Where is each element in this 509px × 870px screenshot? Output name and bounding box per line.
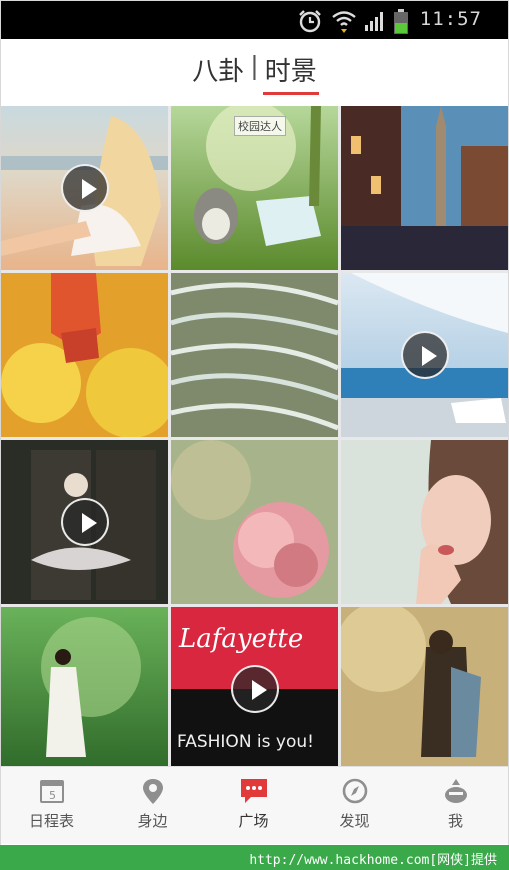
nav-item-nearby[interactable]: 身边: [102, 767, 203, 845]
video-play-icon[interactable]: [400, 331, 449, 379]
photo-tile-rice-terraces[interactable]: [171, 273, 338, 437]
photo-couple-image: [341, 607, 508, 771]
nav-label: 身边: [137, 812, 168, 830]
photo-tile-couple[interactable]: [341, 607, 508, 771]
tab-gossip[interactable]: 八卦: [190, 51, 246, 88]
alarm-icon: [297, 9, 323, 37]
video-play-icon[interactable]: [60, 498, 109, 546]
signal-icon: [363, 9, 387, 37]
nav-item-discover[interactable]: 发现: [304, 767, 405, 845]
clock-time: 11:57: [419, 8, 482, 30]
photo-tile-ballerina[interactable]: [1, 440, 168, 604]
tile-tag-label: 校园达人: [234, 116, 286, 136]
photo-grid: 校园达人 Lafayette FASHION is you!: [1, 106, 508, 771]
photo-tile-red-boots[interactable]: [1, 273, 168, 437]
tab-bar: 八卦 | 时景: [1, 51, 508, 95]
nav-item-square[interactable]: 广场: [203, 767, 304, 845]
photo-tile-pink-flower[interactable]: [171, 440, 338, 604]
nav-item-calendar[interactable]: 5 日程表: [1, 767, 102, 845]
photo-forest-girl-image: [1, 607, 168, 771]
location-pin-icon: [138, 777, 168, 805]
photo-tile-fashion-poster[interactable]: Lafayette FASHION is you!: [171, 607, 338, 771]
photo-tile-sea-curtain[interactable]: [341, 273, 508, 437]
nav-label: 日程表: [28, 812, 74, 830]
svg-text:FASHION is you!: FASHION is you!: [177, 732, 314, 752]
tab-scenes[interactable]: 时景: [262, 51, 319, 95]
video-play-icon[interactable]: [230, 665, 279, 713]
nav-label: 广场: [238, 812, 269, 830]
svg-text:5: 5: [49, 789, 56, 802]
photo-tile-forest-girl[interactable]: [1, 607, 168, 771]
tab-separator: |: [250, 51, 259, 80]
nav-label: 发现: [339, 812, 370, 830]
photo-tile-woman-portrait[interactable]: [341, 440, 508, 604]
photo-woman-portrait-image: [341, 440, 508, 604]
watermark-text: http://www.hackhome.com[网侠]提供: [249, 853, 497, 868]
compass-icon: [340, 777, 370, 805]
calendar-icon: 5: [37, 777, 67, 805]
photo-tile-venice[interactable]: [341, 106, 508, 270]
nav-item-me[interactable]: 我: [405, 767, 506, 845]
top-header: 八卦 | 时景: [1, 39, 508, 105]
watermark-strip: http://www.hackhome.com[网侠]提供: [0, 845, 509, 870]
nav-label: 我: [447, 812, 463, 830]
photo-pink-flower-image: [171, 440, 338, 604]
status-bar: 11:57: [1, 1, 508, 39]
svg-text:Lafayette: Lafayette: [178, 624, 303, 654]
photo-venice-image: [341, 106, 508, 270]
video-play-icon[interactable]: [60, 164, 109, 212]
photo-tile-totoro[interactable]: 校园达人: [171, 106, 338, 270]
profile-icon: [441, 777, 471, 805]
bottom-navigation: 5 日程表 身边 广场 发现 我: [1, 766, 508, 844]
battery-icon: [393, 9, 409, 39]
photo-tile-beach-girl[interactable]: [1, 106, 168, 270]
photo-red-boots-image: [1, 273, 168, 437]
chat-bubble-icon: [239, 777, 269, 805]
photo-rice-terraces-image: [171, 273, 338, 437]
wifi-icon: [331, 9, 357, 37]
